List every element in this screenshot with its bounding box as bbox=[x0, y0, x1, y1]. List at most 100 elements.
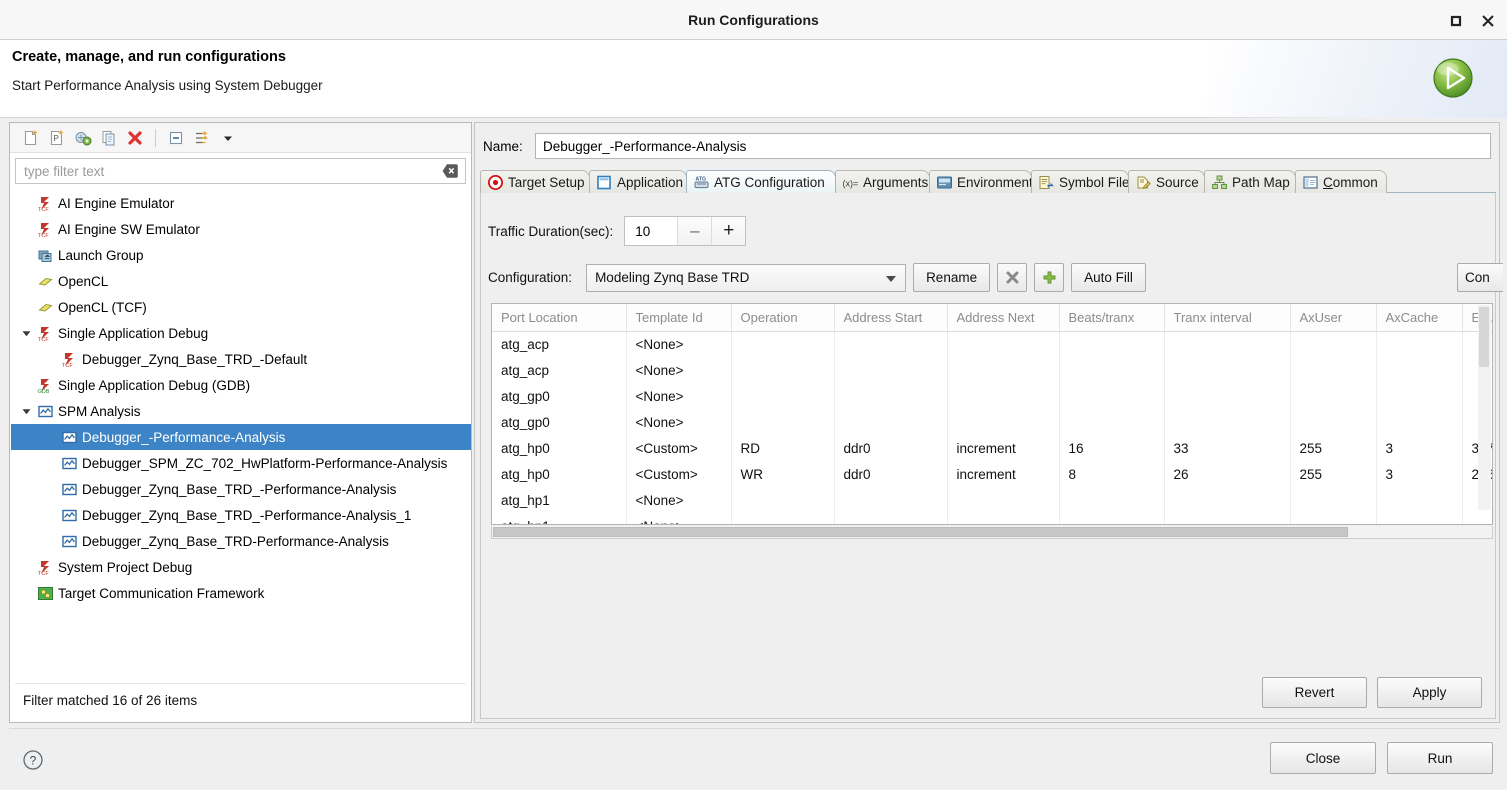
traffic-duration-increment[interactable]: + bbox=[711, 217, 745, 245]
table-cell[interactable] bbox=[1290, 409, 1376, 435]
table-cell[interactable] bbox=[947, 409, 1059, 435]
tree-item[interactable]: Debugger_Zynq_Base_TRD_-Performance-Anal… bbox=[11, 502, 471, 528]
table-column-header[interactable]: Tranx interval bbox=[1164, 304, 1290, 331]
table-row[interactable]: atg_hp0<Custom>RDddr0increment1633255338… bbox=[492, 435, 1493, 461]
table-cell[interactable] bbox=[1290, 357, 1376, 383]
table-row[interactable]: atg_hp1<None> bbox=[492, 513, 1493, 525]
table-cell[interactable] bbox=[1376, 331, 1462, 357]
table-cell[interactable]: atg_hp1 bbox=[492, 513, 626, 525]
table-cell[interactable]: 8 bbox=[1059, 461, 1164, 487]
traffic-duration-decrement[interactable]: – bbox=[677, 217, 711, 245]
table-cell[interactable] bbox=[947, 331, 1059, 357]
delete-configuration-button[interactable] bbox=[997, 263, 1027, 292]
table-cell[interactable] bbox=[1059, 357, 1164, 383]
table-column-header[interactable]: Address Next bbox=[947, 304, 1059, 331]
table-cell[interactable] bbox=[1164, 487, 1290, 513]
traffic-duration-value[interactable]: 10 bbox=[625, 217, 677, 245]
table-cell[interactable]: <None> bbox=[626, 357, 731, 383]
tree-item[interactable]: TCFSystem Project Debug bbox=[11, 554, 471, 580]
table-cell[interactable] bbox=[1290, 383, 1376, 409]
tree-item[interactable]: Debugger_-Performance-Analysis bbox=[11, 424, 471, 450]
export-icon[interactable] bbox=[70, 126, 96, 150]
tree-item[interactable]: SPM Analysis bbox=[11, 398, 471, 424]
table-horizontal-scrollbar-thumb[interactable] bbox=[493, 527, 1348, 537]
table-cell[interactable] bbox=[834, 383, 947, 409]
table-cell[interactable] bbox=[1290, 513, 1376, 525]
table-cell[interactable]: atg_hp0 bbox=[492, 435, 626, 461]
configuration-select[interactable]: Modeling Zynq Base TRD bbox=[586, 264, 906, 292]
tab-common[interactable]: Common bbox=[1295, 170, 1387, 193]
table-cell[interactable]: ddr0 bbox=[834, 435, 947, 461]
tree-item[interactable]: Launch Group bbox=[11, 242, 471, 268]
table-cell[interactable] bbox=[1164, 409, 1290, 435]
tab-arguments[interactable]: (x)=Arguments bbox=[835, 170, 930, 193]
table-cell[interactable] bbox=[1376, 357, 1462, 383]
tab-symbol-files[interactable]: Symbol Files bbox=[1031, 170, 1129, 193]
table-column-header[interactable]: Port Location bbox=[492, 304, 626, 331]
table-column-header[interactable]: AxUser bbox=[1290, 304, 1376, 331]
filter-field[interactable] bbox=[15, 158, 466, 184]
tree-item[interactable]: TCFAI Engine Emulator bbox=[11, 190, 471, 216]
table-column-header[interactable]: AxCache bbox=[1376, 304, 1462, 331]
table-cell[interactable] bbox=[731, 513, 834, 525]
table-cell[interactable] bbox=[834, 513, 947, 525]
tree-item[interactable]: OpenCL (TCF) bbox=[11, 294, 471, 320]
tree-item[interactable]: TCFSingle Application Debug bbox=[11, 320, 471, 346]
table-cell[interactable] bbox=[1164, 331, 1290, 357]
tree-item[interactable]: TCFAI Engine SW Emulator bbox=[11, 216, 471, 242]
tree-item[interactable]: TCFDebugger_Zynq_Base_TRD_-Default bbox=[11, 346, 471, 372]
table-cell[interactable] bbox=[1376, 409, 1462, 435]
tab-atg-configuration[interactable]: ATGATG Configuration bbox=[686, 170, 836, 193]
table-cell[interactable] bbox=[731, 409, 834, 435]
table-cell[interactable] bbox=[834, 409, 947, 435]
tab-application[interactable]: Application bbox=[589, 170, 687, 193]
table-cell[interactable]: atg_gp0 bbox=[492, 409, 626, 435]
table-cell[interactable] bbox=[947, 513, 1059, 525]
table-cell[interactable] bbox=[947, 383, 1059, 409]
duplicate-icon[interactable] bbox=[96, 126, 122, 150]
expand-arrow-icon[interactable] bbox=[17, 320, 35, 346]
configure-button-clipped[interactable]: Con bbox=[1457, 263, 1503, 292]
table-cell[interactable] bbox=[1059, 383, 1164, 409]
table-cell[interactable]: <None> bbox=[626, 383, 731, 409]
table-row[interactable]: atg_acp<None> bbox=[492, 357, 1493, 383]
add-configuration-button[interactable] bbox=[1034, 263, 1064, 292]
table-cell[interactable] bbox=[834, 487, 947, 513]
table-cell[interactable] bbox=[1059, 409, 1164, 435]
tree-item[interactable]: GDBSingle Application Debug (GDB) bbox=[11, 372, 471, 398]
tree-item[interactable]: Target Communication Framework bbox=[11, 580, 471, 606]
table-cell[interactable] bbox=[947, 357, 1059, 383]
close-button[interactable]: Close bbox=[1270, 742, 1376, 774]
table-row[interactable]: atg_acp<None> bbox=[492, 331, 1493, 357]
table-cell[interactable] bbox=[1376, 383, 1462, 409]
close-icon[interactable] bbox=[1477, 10, 1499, 32]
search-input[interactable] bbox=[16, 159, 436, 183]
table-cell[interactable]: 33 bbox=[1164, 435, 1290, 461]
table-cell[interactable]: RD bbox=[731, 435, 834, 461]
table-cell[interactable]: <None> bbox=[626, 409, 731, 435]
table-cell[interactable]: 16 bbox=[1059, 435, 1164, 461]
table-cell[interactable]: atg_acp bbox=[492, 331, 626, 357]
new-configuration-icon[interactable] bbox=[18, 126, 44, 150]
table-cell[interactable] bbox=[834, 331, 947, 357]
table-cell[interactable] bbox=[731, 331, 834, 357]
table-cell[interactable]: WR bbox=[731, 461, 834, 487]
delete-icon[interactable] bbox=[122, 126, 148, 150]
tree-item[interactable]: OpenCL bbox=[11, 268, 471, 294]
table-row[interactable]: atg_hp0<Custom>WRddr0increment8262553246 bbox=[492, 461, 1493, 487]
chevron-down-icon[interactable] bbox=[215, 126, 241, 150]
maximize-icon[interactable] bbox=[1445, 10, 1467, 32]
table-cell[interactable] bbox=[731, 357, 834, 383]
table-column-header[interactable]: Address Start bbox=[834, 304, 947, 331]
table-cell[interactable] bbox=[834, 357, 947, 383]
table-row[interactable]: atg_hp1<None> bbox=[492, 487, 1493, 513]
tab-source[interactable]: Source bbox=[1128, 170, 1205, 193]
table-cell[interactable] bbox=[731, 383, 834, 409]
table-row[interactable]: atg_gp0<None> bbox=[492, 383, 1493, 409]
table-cell[interactable]: <None> bbox=[626, 331, 731, 357]
atg-table[interactable]: Port LocationTemplate IdOperationAddress… bbox=[491, 303, 1493, 525]
tab-target-setup[interactable]: Target Setup bbox=[480, 170, 590, 193]
tree-item[interactable]: Debugger_Zynq_Base_TRD_-Performance-Anal… bbox=[11, 476, 471, 502]
table-cell[interactable]: <None> bbox=[626, 513, 731, 525]
table-cell[interactable] bbox=[1164, 357, 1290, 383]
